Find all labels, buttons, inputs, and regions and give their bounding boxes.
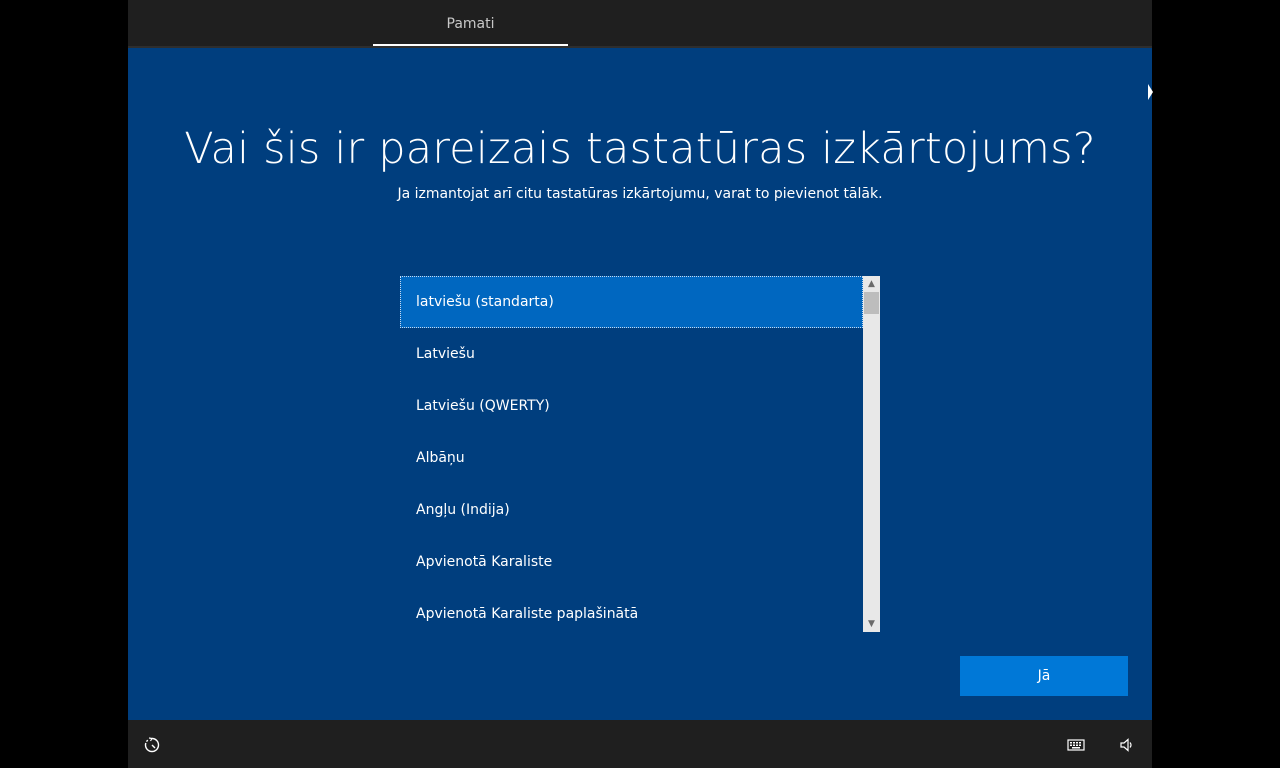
list-scrollbar[interactable]: ▲ ▼: [863, 276, 880, 632]
scroll-down-arrow-icon[interactable]: ▼: [863, 616, 880, 632]
list-items: latviešu (standarta) Latviešu Latviešu (…: [400, 276, 863, 632]
list-item[interactable]: Apvienotā Karaliste: [400, 536, 863, 588]
tab-basics: Pamati: [373, 0, 568, 47]
page-title: Vai šis ir pareizais tastatūras izkārtoj…: [184, 124, 1096, 174]
top-bar-divider: [128, 46, 1152, 48]
volume-icon[interactable]: [1118, 736, 1136, 754]
list-item[interactable]: Albāņu: [400, 432, 863, 484]
scroll-thumb[interactable]: [864, 292, 879, 314]
keyboard-icon[interactable]: [1066, 736, 1086, 754]
oobe-screen: Pamati Vai šis ir pareizais tastatūras i…: [128, 0, 1152, 768]
list-item[interactable]: Apvienotā Karaliste paplašinātā: [400, 588, 863, 632]
keyboard-layout-list[interactable]: latviešu (standarta) Latviešu Latviešu (…: [400, 276, 880, 632]
yes-button[interactable]: Jā: [960, 656, 1128, 696]
accessibility-icon[interactable]: [143, 736, 161, 754]
list-item-selected[interactable]: latviešu (standarta): [400, 276, 863, 328]
scroll-up-arrow-icon[interactable]: ▲: [863, 276, 880, 292]
tab-label: Pamati: [446, 16, 495, 32]
list-item[interactable]: Latviešu: [400, 328, 863, 380]
mouse-cursor-icon: [1148, 84, 1153, 100]
list-item[interactable]: Latviešu (QWERTY): [400, 380, 863, 432]
list-item[interactable]: Angļu (Indija): [400, 484, 863, 536]
page-subtitle: Ja izmantojat arī citu tastatūras izkārt…: [397, 186, 883, 202]
top-bar: Pamati: [128, 0, 1152, 47]
bottom-bar: [128, 720, 1152, 768]
